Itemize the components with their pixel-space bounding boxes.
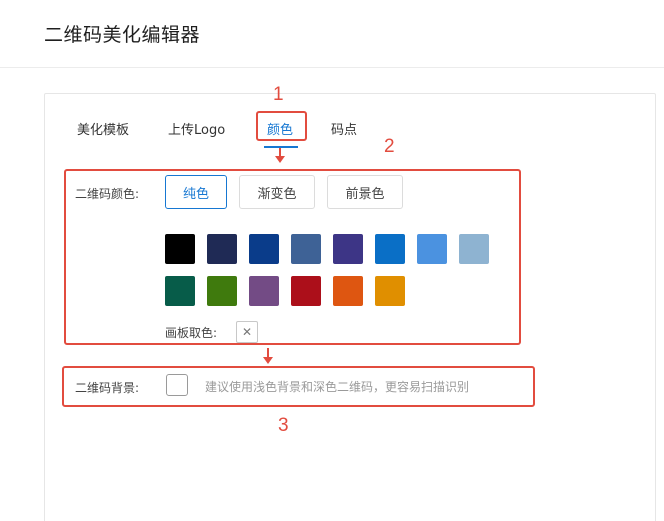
app-title: 二维码美化编辑器 [44, 24, 201, 46]
color-swatch[interactable] [375, 276, 405, 306]
color-swatch[interactable] [207, 234, 237, 264]
color-swatch[interactable] [249, 276, 279, 306]
color-swatch[interactable] [333, 276, 363, 306]
color-swatch[interactable] [459, 234, 489, 264]
color-swatch[interactable] [333, 234, 363, 264]
tab-upload-logo[interactable]: 上传Logo [168, 119, 225, 138]
qr-background-label: 二维码背景: [75, 381, 140, 395]
color-swatch[interactable] [291, 234, 321, 264]
qr-color-label: 二维码颜色: [75, 187, 140, 201]
background-color-picker[interactable] [166, 374, 188, 396]
close-icon: ✕ [241, 325, 253, 339]
active-tab-underline [264, 146, 298, 148]
annotation-number-1: 1 [273, 84, 284, 105]
palette-picker-label: 画板取色: [165, 326, 218, 340]
background-hint-text: 建议使用浅色背景和深色二维码，更容易扫描识别 [205, 380, 470, 394]
header-divider [0, 67, 664, 68]
solid-color-button[interactable]: 纯色 [165, 175, 227, 209]
foreground-color-button[interactable]: 前景色 [327, 175, 403, 209]
color-swatch[interactable] [207, 276, 237, 306]
color-swatch[interactable] [165, 276, 195, 306]
color-swatch[interactable] [249, 234, 279, 264]
annotation-box-1 [256, 111, 307, 141]
annotation-arrow-1 [275, 148, 285, 163]
tab-code-dots[interactable]: 码点 [331, 119, 357, 138]
palette-picker-button[interactable]: ✕ [236, 321, 258, 343]
color-swatch[interactable] [417, 234, 447, 264]
tab-beautify-template[interactable]: 美化模板 [77, 119, 129, 138]
color-swatch[interactable] [291, 276, 321, 306]
gradient-color-button[interactable]: 渐变色 [239, 175, 315, 209]
annotation-number-3: 3 [278, 415, 289, 436]
annotation-arrow-2 [263, 348, 273, 364]
color-swatch[interactable] [375, 234, 405, 264]
annotation-number-2: 2 [384, 136, 395, 157]
color-swatch[interactable] [165, 234, 195, 264]
